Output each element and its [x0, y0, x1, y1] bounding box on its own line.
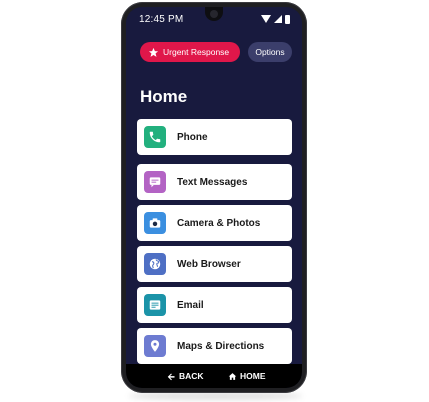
options-button[interactable]: Options	[248, 42, 292, 62]
home-icon	[228, 372, 237, 380]
home-button[interactable]: HOME	[228, 371, 266, 381]
arrow-left-icon	[167, 373, 175, 380]
message-icon	[144, 171, 166, 193]
list-item-label: Phone	[177, 131, 208, 143]
status-time: 12:45 PM	[139, 14, 184, 25]
list-item-label: Text Messages	[177, 176, 248, 188]
urgent-response-button[interactable]: Urgent Response	[140, 42, 240, 62]
list-item-web-browser[interactable]: Web Browser	[137, 246, 292, 282]
list-item-label: Maps & Directions	[177, 340, 265, 352]
list-item-label: Email	[177, 299, 204, 311]
status-bar: 12:45 PM	[126, 7, 302, 29]
status-icons	[261, 14, 290, 24]
page-title: Home	[140, 87, 188, 106]
star-icon	[148, 47, 159, 57]
signal-icon	[274, 15, 282, 23]
email-icon	[144, 294, 166, 316]
list-item-phone[interactable]: Phone	[137, 119, 292, 155]
list-item-label: Web Browser	[177, 258, 241, 270]
camera-notch	[205, 7, 223, 21]
phone-screen: 12:45 PM Urgent Response Options Home Ph…	[126, 7, 302, 388]
list-item-maps-directions[interactable]: Maps & Directions	[137, 328, 292, 364]
wifi-icon	[261, 15, 271, 23]
urgent-response-label: Urgent Response	[163, 47, 230, 57]
phone-icon	[144, 126, 166, 148]
map-pin-icon	[144, 335, 166, 357]
back-label: BACK	[179, 371, 204, 381]
camera-icon	[144, 212, 166, 234]
list-item-text-messages[interactable]: Text Messages	[137, 164, 292, 200]
phone-shadow	[128, 392, 303, 400]
list-item-camera-photos[interactable]: Camera & Photos	[137, 205, 292, 241]
phone-device: 12:45 PM Urgent Response Options Home Ph…	[121, 2, 307, 393]
list-item-label: Camera & Photos	[177, 217, 261, 229]
back-button[interactable]: BACK	[167, 371, 204, 381]
globe-icon	[144, 253, 166, 275]
battery-icon	[285, 14, 290, 24]
home-label: HOME	[240, 371, 266, 381]
bottom-nav-bar: BACK HOME	[126, 364, 302, 388]
list-item-email[interactable]: Email	[137, 287, 292, 323]
